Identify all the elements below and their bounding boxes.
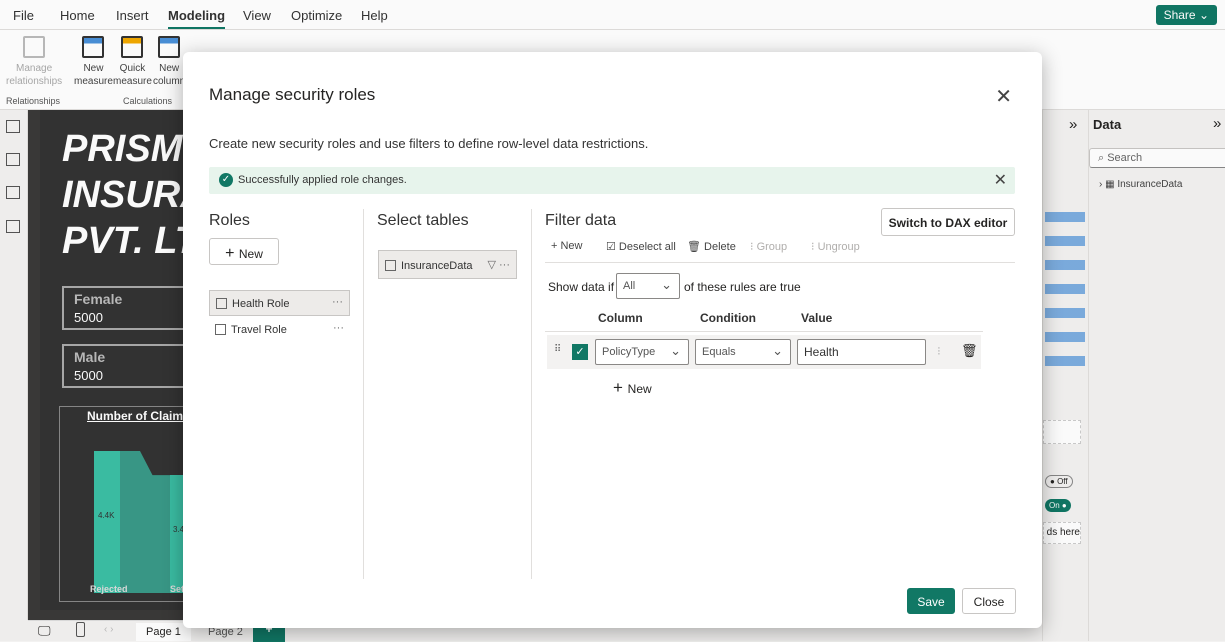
selected-value: Equals — [702, 346, 736, 358]
close-button[interactable]: Close — [962, 588, 1016, 614]
plus-icon: + — [613, 378, 628, 397]
role-name: Health Role — [232, 298, 290, 310]
save-button[interactable]: Save — [907, 588, 955, 614]
rule-row: ⠿ ✓ PolicyType ⌄ Equals ⌄ Health ⁝ 🗑 — [547, 335, 981, 369]
role-travel[interactable]: Travel Role ··· — [209, 317, 350, 343]
roles-heading: Roles — [209, 212, 250, 229]
drag-handle-icon[interactable]: ⠿ — [554, 344, 561, 355]
role-name: Travel Role — [231, 324, 287, 336]
banner-text: Successfully applied role changes. — [238, 174, 407, 186]
role-health[interactable]: Health Role ··· — [209, 290, 350, 316]
close-icon[interactable]: ✕ — [995, 84, 1012, 109]
rule-checkbox[interactable]: ✓ — [572, 344, 588, 360]
divider — [545, 262, 1015, 263]
table-name: InsuranceData — [401, 260, 473, 272]
delete-button[interactable]: 🗑 Delete — [687, 240, 736, 253]
input-value: Health — [804, 345, 839, 359]
dialog-description: Create new security roles and use filter… — [209, 136, 649, 151]
label: Deselect all — [618, 241, 676, 253]
label: New — [627, 382, 652, 396]
check-circle-icon: ✓ — [219, 173, 233, 187]
role-icon — [215, 324, 226, 335]
label: New — [560, 240, 583, 252]
trash-icon[interactable]: 🗑 — [961, 343, 978, 359]
new-role-button[interactable]: + New — [209, 238, 279, 265]
match-dropdown[interactable]: All ⌄ — [616, 273, 680, 299]
selected-value: All — [623, 280, 636, 292]
table-insurancedata[interactable]: InsuranceData ▽ ··· — [378, 250, 517, 279]
label: Ungroup — [817, 241, 860, 253]
chevron-down-icon: ⌄ — [772, 343, 783, 358]
ungroup-button[interactable]: ⁝ Ungroup — [811, 240, 860, 253]
selected-value: PolicyType — [602, 346, 656, 358]
switch-to-dax-button[interactable]: Switch to DAX editor — [881, 208, 1015, 236]
filter-data-heading: Filter data — [545, 212, 617, 229]
success-banner: ✓ Successfully applied role changes. ✕ — [209, 167, 1015, 194]
label: Group — [756, 241, 788, 253]
add-rule-button[interactable]: + New — [613, 378, 652, 398]
condition-dropdown[interactable]: Equals ⌄ — [695, 339, 791, 365]
group-button[interactable]: ⁝ Group — [750, 240, 787, 253]
column-dropdown[interactable]: PolicyType ⌄ — [595, 339, 689, 365]
value-input[interactable]: Health — [797, 339, 926, 365]
manage-security-roles-dialog: Manage security roles ✕ Create new secur… — [183, 52, 1042, 628]
deselect-all-button[interactable]: ☑ Deselect all — [606, 240, 676, 253]
divider — [363, 209, 364, 579]
divider — [545, 331, 983, 332]
chevron-down-icon: ⌄ — [670, 343, 681, 358]
dismiss-banner-icon[interactable]: ✕ — [994, 170, 1007, 190]
column-header: Column — [598, 311, 643, 325]
divider — [531, 209, 532, 579]
role-icon — [216, 298, 227, 309]
more-options-icon[interactable]: ··· — [333, 322, 344, 334]
select-tables-heading: Select tables — [377, 212, 469, 229]
rules-suffix-label: of these rules are true — [684, 280, 801, 294]
table-icon — [385, 260, 396, 271]
label: New — [238, 247, 263, 261]
filter-icon[interactable]: ▽ ··· — [487, 258, 510, 271]
plus-icon: + — [225, 245, 239, 262]
new-rule-toolbar-button[interactable]: + New — [551, 240, 583, 252]
label: Delete — [704, 241, 736, 253]
dialog-title: Manage security roles — [209, 85, 376, 104]
show-data-if-label: Show data if — [548, 280, 615, 294]
chevron-down-icon: ⌄ — [661, 277, 672, 292]
more-options-icon[interactable]: ··· — [332, 296, 343, 308]
value-header: Value — [801, 311, 833, 325]
condition-header: Condition — [700, 311, 756, 325]
group-rule-icon[interactable]: ⁝ — [937, 344, 941, 358]
